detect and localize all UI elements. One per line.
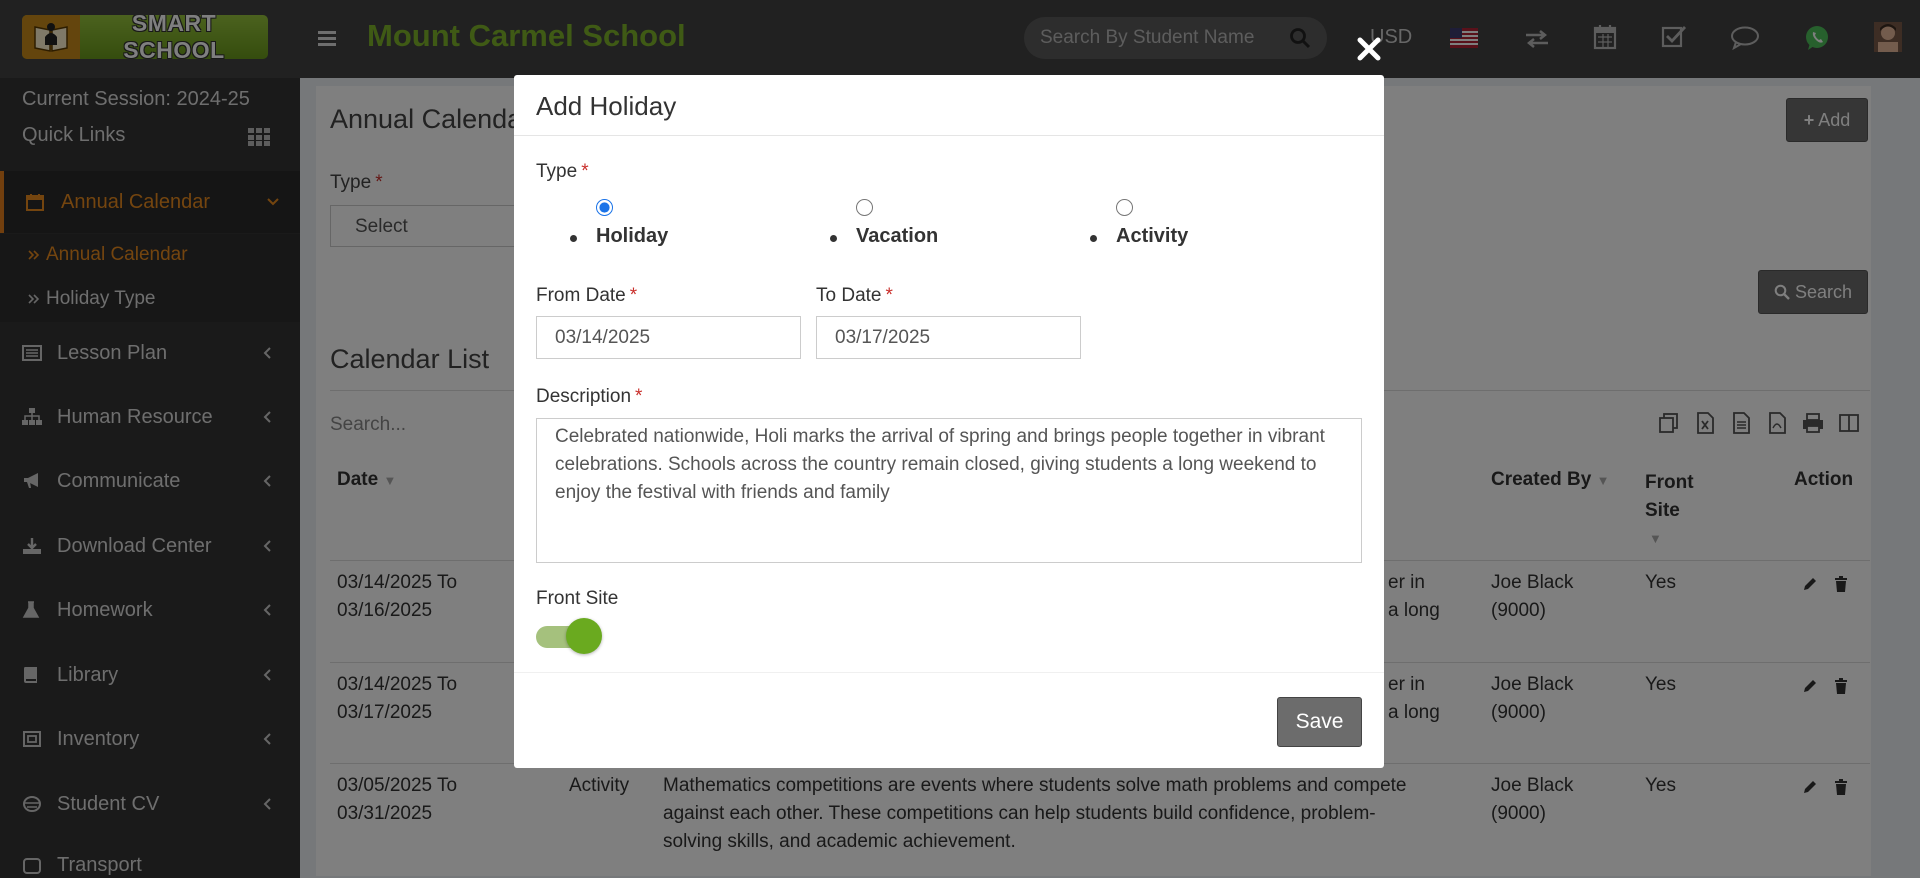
description-textarea[interactable]: Celebrated nationwide, Holi marks the ar… — [536, 418, 1362, 563]
bullet — [570, 235, 577, 242]
to-date-input[interactable] — [816, 316, 1081, 359]
bullet — [1090, 235, 1097, 242]
required-mark: * — [581, 161, 589, 182]
bullet — [830, 235, 837, 242]
vacation-radio-label[interactable]: Vacation — [856, 225, 938, 248]
modal-header-divider — [514, 135, 1384, 136]
front-site-label: Front Site — [536, 588, 619, 609]
type-label: Type * — [536, 161, 589, 183]
front-site-toggle[interactable] — [536, 618, 602, 654]
required-mark: * — [635, 386, 643, 407]
to-date-label-text: To Date — [816, 285, 882, 306]
from-date-label-text: From Date — [536, 285, 626, 306]
type-label-text: Type — [536, 161, 578, 182]
modal-title: Add Holiday — [536, 91, 677, 121]
description-label: Description * — [536, 386, 642, 408]
from-date-label: From Date * — [536, 285, 637, 307]
modal-footer-divider — [514, 672, 1384, 673]
from-date-input[interactable] — [536, 316, 801, 359]
vacation-radio[interactable] — [856, 199, 873, 216]
to-date-label: To Date * — [816, 285, 893, 307]
holiday-radio-label[interactable]: Holiday — [596, 225, 668, 248]
activity-radio-label[interactable]: Activity — [1116, 225, 1188, 248]
activity-radio[interactable] — [1116, 199, 1133, 216]
description-label-text: Description — [536, 386, 632, 407]
toggle-knob — [566, 618, 602, 654]
add-holiday-modal: Add Holiday Type * Holiday Vacation Activ… — [514, 75, 1384, 768]
required-mark: * — [885, 285, 893, 306]
save-button[interactable]: Save — [1277, 697, 1362, 747]
required-mark: * — [629, 285, 638, 306]
close-icon[interactable] — [1354, 34, 1384, 64]
holiday-radio[interactable] — [596, 199, 613, 216]
